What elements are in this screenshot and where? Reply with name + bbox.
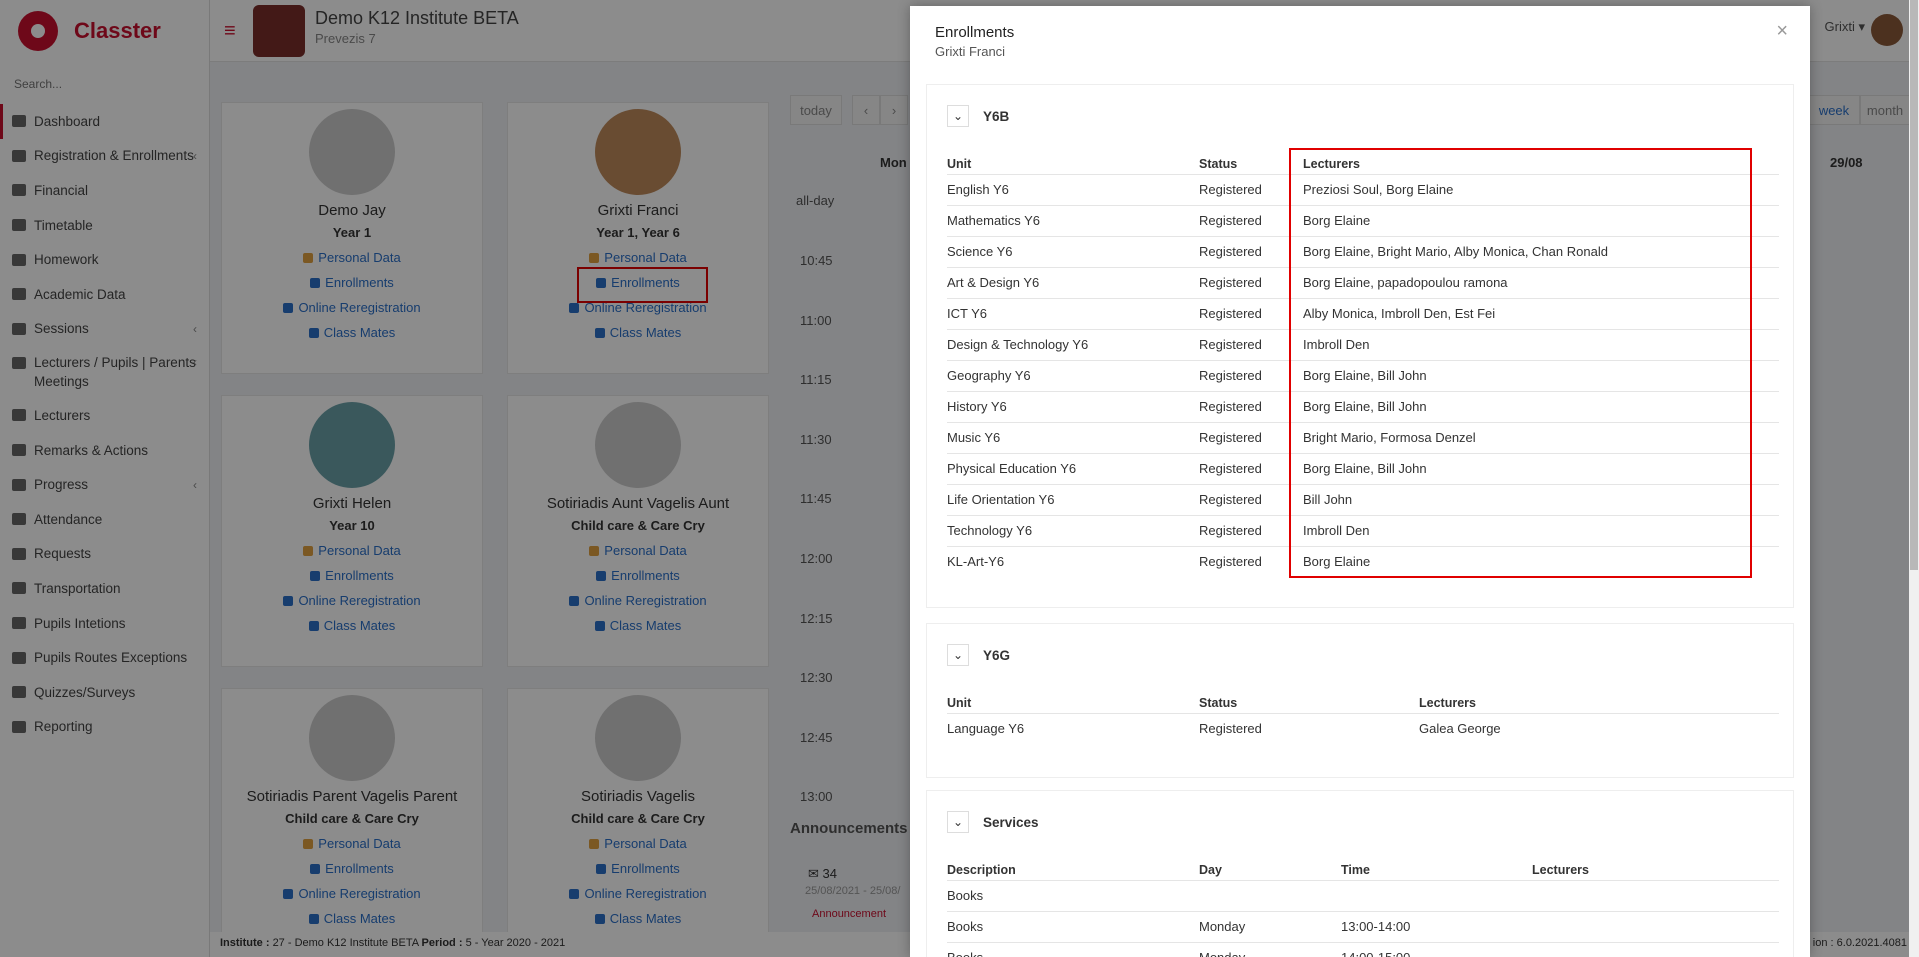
- cell-status: Registered: [1199, 492, 1262, 507]
- cell-unit: Language Y6: [947, 721, 1025, 736]
- cell-status: Registered: [1199, 306, 1262, 321]
- panel-services: ⌄ Services Description Day Time Lecturer…: [926, 790, 1794, 957]
- cell-unit: Design & Technology Y6: [947, 337, 1089, 352]
- cell-status: Registered: [1199, 368, 1262, 383]
- cell-status: Registered: [1199, 213, 1262, 228]
- cell-unit: Life Orientation Y6: [947, 492, 1055, 507]
- column-header-status: Status: [1199, 157, 1238, 171]
- cell-status: Registered: [1199, 554, 1262, 569]
- modal-title: Enrollments: [935, 24, 1015, 41]
- cell-status: Registered: [1199, 337, 1262, 352]
- cell-status: Registered: [1199, 244, 1262, 259]
- cell-status: Registered: [1199, 721, 1262, 736]
- cell-description: Books: [947, 950, 983, 957]
- cell-unit: ICT Y6: [947, 306, 987, 321]
- table-row: Books Monday 13:00-14:00: [947, 911, 1779, 942]
- chevron-down-icon[interactable]: ⌄: [947, 105, 969, 127]
- cell-description: Books: [947, 919, 984, 934]
- table-y6g: Unit Status Lecturers Language Y6 Registe…: [947, 696, 1779, 766]
- cell-unit: Art & Design Y6: [947, 275, 1040, 290]
- cell-time: 13:00-14:00: [1341, 919, 1411, 934]
- panel-y6g-title: Y6G: [983, 647, 1011, 663]
- page-scrollbar[interactable]: [1909, 0, 1919, 957]
- cell-unit: Mathematics Y6: [947, 213, 1040, 228]
- cell-status: Registered: [1199, 399, 1262, 414]
- cell-unit: Geography Y6: [947, 368, 1031, 383]
- scrollbar-thumb[interactable]: [1910, 0, 1918, 570]
- table-row: Books: [947, 880, 1779, 911]
- cell-unit: Physical Education Y6: [947, 461, 1077, 476]
- cell-unit: History Y6: [947, 399, 1007, 414]
- panel-y6b-header[interactable]: ⌄ Y6B: [947, 105, 1009, 127]
- cell-lecturers: Galea George: [1419, 721, 1501, 736]
- cell-day: Monday: [1199, 950, 1245, 957]
- table-services: Description Day Time Lecturers Books Book…: [947, 863, 1779, 957]
- table-row: Language Y6 Registered Galea George: [947, 713, 1779, 744]
- table-row: Books Monday 14:00-15:00: [947, 942, 1779, 957]
- chevron-down-icon[interactable]: ⌄: [947, 811, 969, 833]
- cell-description: Books: [947, 888, 984, 903]
- close-icon[interactable]: ×: [1776, 20, 1788, 43]
- cell-status: Registered: [1199, 461, 1262, 476]
- panel-y6g-header[interactable]: ⌄ Y6G: [947, 644, 1010, 666]
- column-header-lecturers: Lecturers: [1532, 863, 1589, 877]
- cell-unit: Music Y6: [947, 430, 1001, 445]
- lecturers-highlight: [1289, 148, 1752, 578]
- cell-status: Registered: [1199, 430, 1262, 445]
- cell-status: Registered: [1199, 182, 1262, 197]
- enrollments-modal: Enrollments Grixti Franci × ⌄ Y6B Unit S…: [910, 6, 1810, 957]
- cell-unit: Science Y6: [947, 244, 1013, 259]
- cell-unit: KL-Art-Y6: [947, 554, 1005, 569]
- cell-unit: English Y6: [947, 182, 1009, 197]
- column-header-lecturers: Lecturers: [1419, 696, 1476, 710]
- column-header-unit: Unit: [947, 696, 972, 710]
- column-header-status: Status: [1199, 696, 1238, 710]
- cell-unit: Technology Y6: [947, 523, 1033, 538]
- cell-status: Registered: [1199, 523, 1262, 538]
- chevron-down-icon[interactable]: ⌄: [947, 644, 969, 666]
- panel-y6g: ⌄ Y6G Unit Status Lecturers Language Y6 R…: [926, 623, 1794, 778]
- column-header-time: Time: [1341, 863, 1370, 877]
- column-header-day: Day: [1199, 863, 1222, 877]
- cell-status: Registered: [1199, 275, 1262, 290]
- column-header-description: Description: [947, 863, 1016, 877]
- column-header-unit: Unit: [947, 157, 972, 171]
- panel-y6b-title: Y6B: [983, 108, 1010, 124]
- cell-day: Monday: [1199, 919, 1246, 934]
- panel-services-title: Services: [983, 814, 1039, 830]
- cell-time: 14:00-15:00: [1341, 950, 1410, 957]
- panel-services-header[interactable]: ⌄ Services: [947, 811, 1039, 833]
- modal-student-name: Grixti Franci: [935, 44, 1006, 59]
